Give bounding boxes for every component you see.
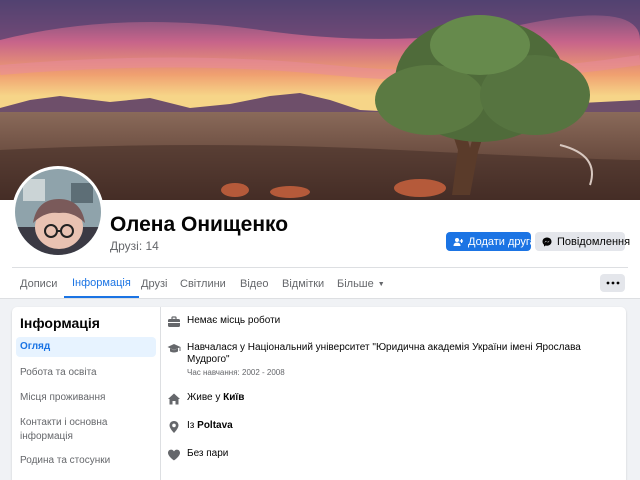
tab-videos[interactable]: Відео	[240, 270, 268, 298]
more-options-button[interactable]	[600, 274, 625, 292]
tab-label: Відмітки	[282, 278, 325, 290]
lives-city-link[interactable]: Київ	[223, 392, 244, 403]
tab-tags[interactable]: Відмітки	[282, 270, 324, 298]
sidebar-item-work-education[interactable]: Робота та освіта	[16, 366, 156, 380]
dots-icon	[606, 281, 619, 285]
lives-prefix: Живе у	[187, 392, 224, 403]
add-friend-label: Додати друга	[468, 235, 536, 248]
work-row: Немає місць роботи	[167, 315, 280, 329]
tab-label: Дописи	[20, 278, 58, 290]
message-button[interactable]: Повідомлення	[535, 232, 630, 251]
education-row: Навчалася у Національний університет "Юр…	[167, 342, 597, 377]
sidebar-item-label: Місця проживання	[20, 392, 106, 403]
education-period: Час навчання: 2002 - 2008	[187, 368, 285, 377]
location-pin-icon	[169, 421, 179, 433]
relationship-text: Без пари	[187, 448, 229, 459]
heart-icon	[168, 449, 180, 461]
avatar[interactable]	[12, 166, 104, 258]
about-panel: Інформація Огляд Робота та освіта Місця …	[12, 307, 626, 480]
education-text[interactable]: Навчалася у Національний університет "Юр…	[187, 342, 597, 366]
tab-label: Інформація	[72, 277, 131, 289]
tab-label: Світлини	[180, 278, 226, 290]
tab-label: Друзі	[141, 278, 168, 290]
tab-label: Відео	[240, 278, 269, 290]
from-row: Із Poltava	[167, 420, 233, 434]
add-friend-button[interactable]: Додати друга	[446, 232, 536, 251]
lives-row: Живе у Київ	[167, 392, 244, 406]
about-sidebar-title: Інформація	[20, 315, 100, 331]
work-text: Немає місць роботи	[187, 315, 281, 326]
sidebar-item-family[interactable]: Родина та стосунки	[16, 454, 156, 468]
sidebar-item-contacts[interactable]: Контакти і основна інформація	[16, 416, 116, 444]
sidebar-separator	[160, 307, 161, 480]
tab-about[interactable]: Інформація	[64, 270, 139, 298]
cover-photo[interactable]	[0, 0, 640, 200]
profile-header: Олена Онищенко Друзі: 14 Додати друга По…	[0, 0, 640, 299]
sidebar-item-overview[interactable]: Огляд	[16, 337, 156, 357]
tab-friends[interactable]: Друзі	[141, 270, 167, 298]
tab-label: Більше	[337, 278, 374, 290]
message-label: Повідомлення	[557, 235, 631, 248]
tab-posts[interactable]: Дописи	[20, 270, 57, 298]
relationship-row: Без пари	[167, 448, 228, 462]
messenger-icon	[542, 237, 552, 246]
home-icon	[168, 393, 180, 405]
graduation-cap-icon	[167, 344, 181, 353]
friends-count[interactable]: Друзі: 14	[110, 239, 159, 253]
sidebar-item-label: Огляд	[20, 341, 51, 352]
cover-image	[0, 0, 640, 200]
briefcase-icon	[168, 316, 180, 327]
tab-photos[interactable]: Світлини	[180, 270, 226, 298]
sidebar-item-label: Родина та стосунки	[20, 455, 111, 466]
caret-down-icon: ▼	[377, 280, 385, 288]
avatar-image	[15, 169, 101, 255]
sidebar-item-places[interactable]: Місця проживання	[16, 391, 156, 405]
add-friend-icon	[453, 237, 463, 246]
tab-more[interactable]: Більше ▼	[337, 270, 385, 298]
sidebar-item-label: Контакти і основна інформація	[20, 417, 108, 442]
header-divider	[12, 267, 628, 268]
sidebar-item-label: Робота та освіта	[20, 367, 97, 378]
from-prefix: Із	[187, 420, 198, 431]
from-city-link[interactable]: Poltava	[197, 420, 233, 431]
profile-name: Олена Онищенко	[110, 213, 289, 236]
